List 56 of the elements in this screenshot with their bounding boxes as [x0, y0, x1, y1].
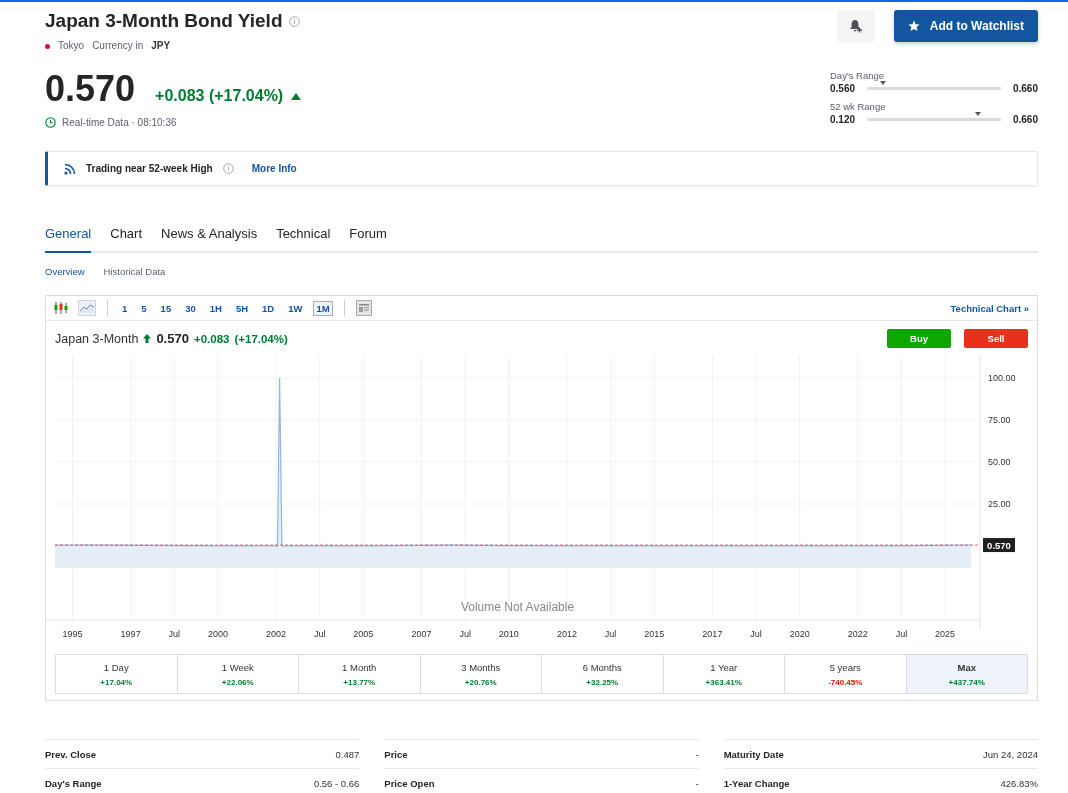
x-axis-label: Jul — [168, 629, 180, 639]
alert-text: Trading near 52-week High — [86, 163, 213, 174]
y-axis-label: 100.00 — [988, 372, 1016, 383]
stat-label: Day's Range — [45, 777, 102, 789]
x-axis-label: 2015 — [644, 629, 665, 639]
stat-value: 426.83% — [1000, 777, 1038, 789]
range-high-value: 0.660 — [1012, 83, 1038, 94]
stat-value: Jun 24, 2024 — [983, 748, 1038, 760]
x-axis-label: 2025 — [935, 629, 956, 639]
x-axis-label: Jul — [750, 629, 762, 639]
stat-label: Prev. Close — [45, 748, 97, 760]
range-label: 52 wk Range — [830, 101, 887, 112]
y-axis-label: 75.00 — [988, 414, 1011, 425]
x-axis-label: 2022 — [847, 629, 868, 639]
x-axis-label: 2002 — [266, 629, 287, 639]
currency-code: JPY — [151, 40, 171, 51]
exchange-label: Tokyo — [45, 40, 85, 51]
stat-value: 0.56 - 0.66 — [313, 777, 360, 789]
range-label: Day's Range — [830, 70, 886, 81]
range-high-value: 0.660 — [1012, 114, 1038, 125]
range-low-value: 0.120 — [830, 114, 856, 125]
chart-change: +0.083 — [193, 332, 230, 345]
x-axis-label: Jul — [895, 629, 908, 639]
x-axis-label: 2020 — [789, 629, 810, 639]
last-price: 0.570 — [45, 71, 136, 107]
price-level-tag: 0.570 — [983, 538, 1015, 553]
instrument-name: Japan 3-Month — [55, 331, 139, 346]
stat-value: 0.487 — [335, 748, 360, 760]
stat-label: Maturity Date — [723, 748, 784, 760]
x-axis-label: 2005 — [353, 629, 374, 639]
ref-line-label: 0.570 — [987, 539, 1011, 551]
x-axis-label: Jul — [459, 629, 471, 639]
x-axis-label: 2007 — [411, 629, 432, 639]
x-axis-label: 1997 — [120, 629, 141, 639]
stat-label: 1-Year Change — [723, 777, 790, 789]
x-axis-label: 2012 — [556, 629, 577, 639]
volume-note: Volume Not Available — [460, 600, 575, 614]
chart-change-percent: (+17.04%) — [234, 332, 288, 345]
y-axis-label: 50.00 — [988, 456, 1011, 467]
x-axis-label: Jul — [604, 629, 617, 639]
currency-label: Currency in — [92, 40, 144, 51]
y-axis-label: 25.00 — [988, 498, 1011, 509]
page-title: Japan 3-Month Bond Yield — [45, 10, 283, 32]
range-low-value: 0.560 — [830, 83, 856, 94]
x-axis-label: Jul — [313, 629, 326, 639]
chart-price: 0.570 — [156, 331, 189, 346]
price-change: +0.083 (+17.04%) — [155, 87, 284, 105]
x-axis-label: 2000 — [207, 629, 228, 639]
stat-value: - — [695, 748, 699, 760]
x-axis-label: 2010 — [498, 629, 519, 639]
stat-label: Price Open — [384, 777, 435, 789]
realtime-label: Real-time Data · 08:10:36 — [62, 117, 177, 128]
x-axis-label: 2017 — [702, 629, 723, 639]
x-axis-label: 1995 — [62, 629, 83, 639]
stat-value: - — [695, 777, 699, 789]
stat-label: Price — [384, 748, 408, 760]
